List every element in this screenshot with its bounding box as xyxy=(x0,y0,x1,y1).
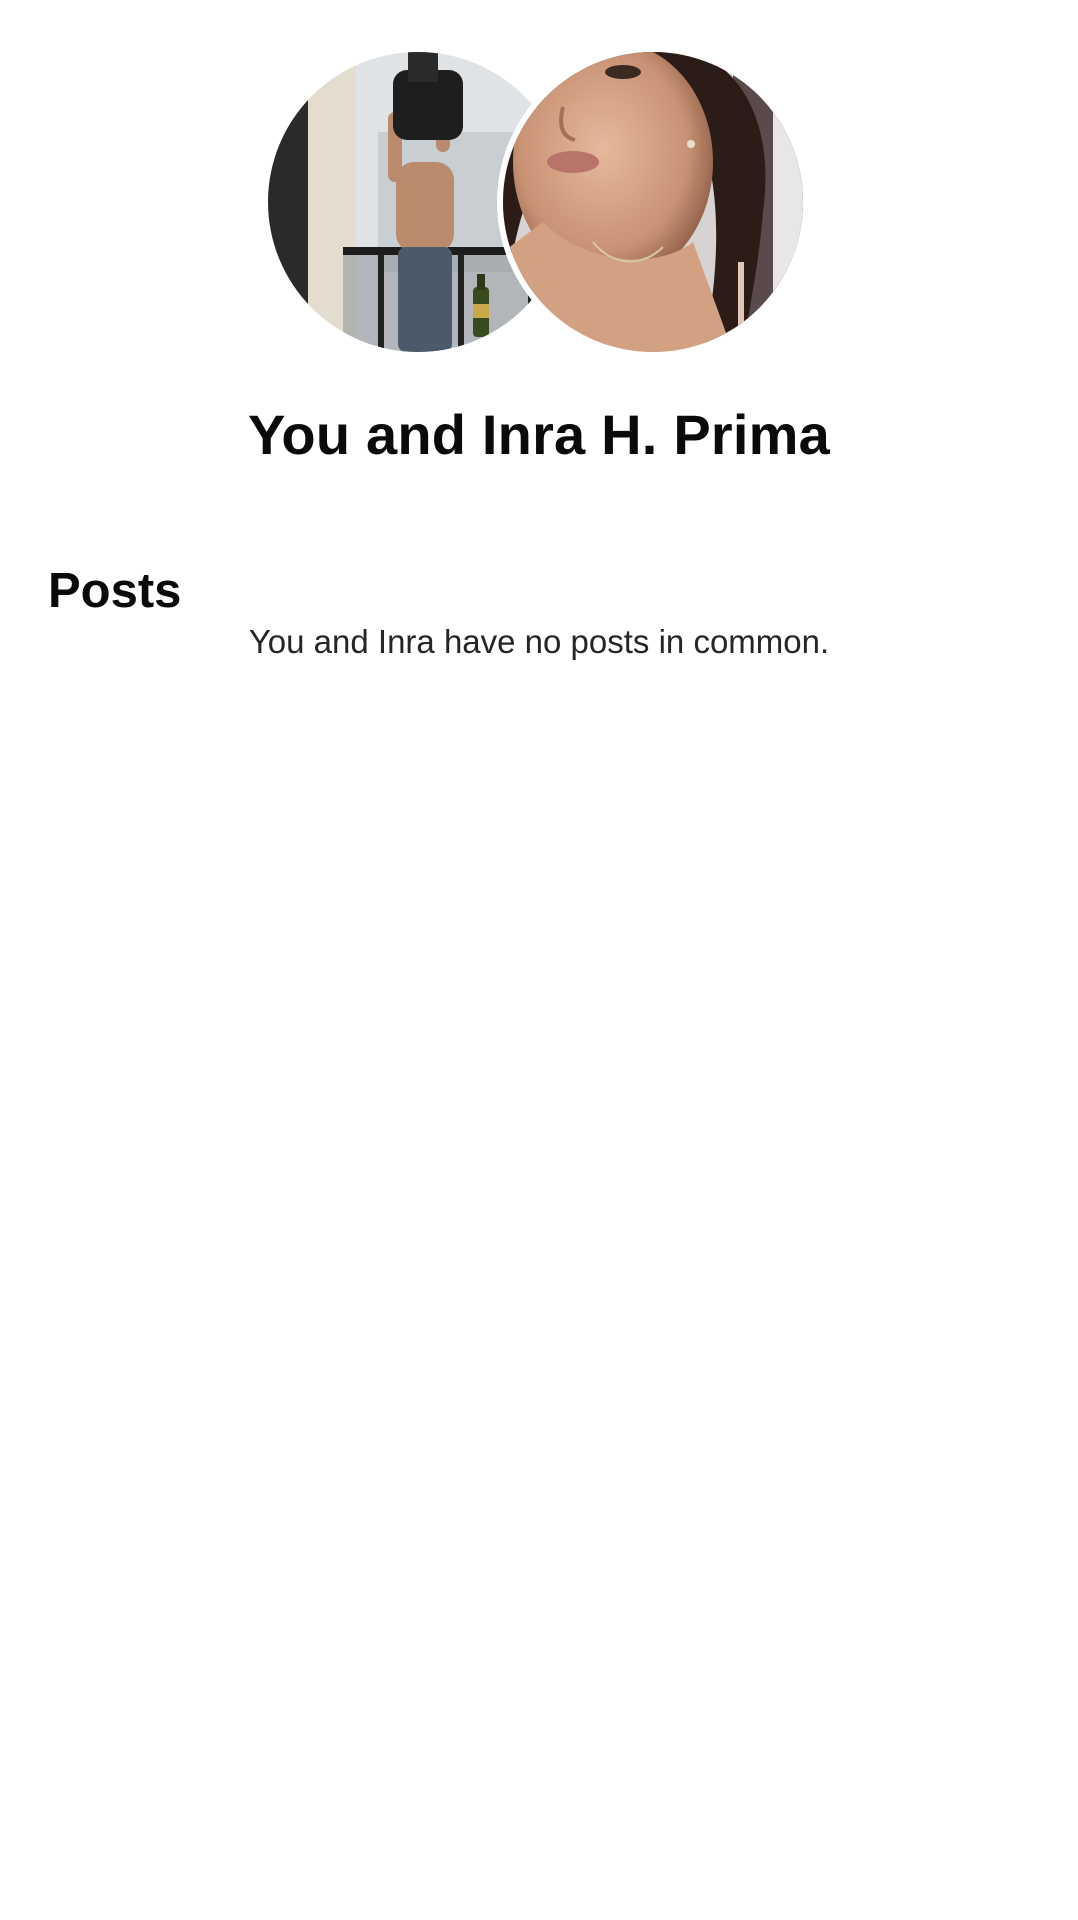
avatar-inra[interactable] xyxy=(497,46,809,358)
posts-empty-message: You and Inra have no posts in common. xyxy=(248,623,830,660)
avatar-pair xyxy=(268,46,809,358)
page-title: You and Inra H. Prima xyxy=(248,403,830,466)
avatar-inra-photo xyxy=(503,52,803,352)
shared-activity-screen: You and Inra H. Prima Posts You and Inra… xyxy=(0,0,1078,1920)
posts-section-heading: Posts xyxy=(48,564,182,618)
avatar-inra-photo-frame xyxy=(503,52,803,352)
